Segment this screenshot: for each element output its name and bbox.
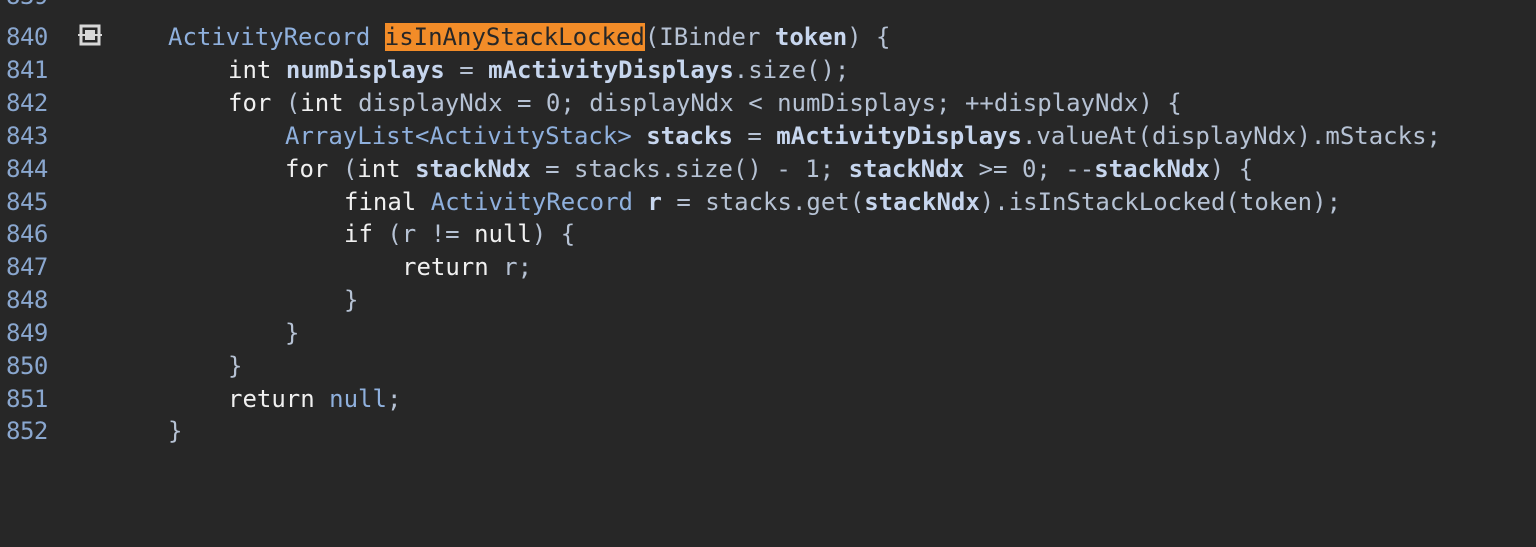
line-number: 846 <box>6 220 48 248</box>
search-highlight[interactable]: isInAnyStackLocked <box>384 23 645 51</box>
code-line-844: 844 for (int stackNdx = stacks.size() - … <box>0 153 1536 186</box>
code-line-847: 847 return r; <box>0 251 1536 284</box>
line-number: 849 <box>6 319 48 347</box>
code-text: } <box>344 286 359 314</box>
code-line-843: 843 ArrayList<ActivityStack> stacks = mA… <box>0 120 1536 153</box>
code-line-846: 846 if (r != null) { <box>0 218 1536 251</box>
line-number: 841 <box>6 56 48 84</box>
code-line-851: 851 return null; <box>0 383 1536 416</box>
line-number: 851 <box>6 385 48 413</box>
code-line-841: 841 int numDisplays = mActivityDisplays.… <box>0 54 1536 87</box>
code-line-845: 845 final ActivityRecord r = stacks.get(… <box>0 186 1536 219</box>
code-text: for (int stackNdx = stacks.size() - 1; s… <box>285 155 1254 183</box>
code-text: ArrayList<ActivityStack> stacks = mActiv… <box>285 122 1441 150</box>
code-text: } <box>285 319 300 347</box>
code-line-842: 842 for (int displayNdx = 0; displayNdx … <box>0 87 1536 120</box>
code-line-849: 849 } <box>0 317 1536 350</box>
line-number: 848 <box>6 286 48 314</box>
line-number: 850 <box>6 352 48 380</box>
code-text: int numDisplays = mActivityDisplays.size… <box>228 56 850 84</box>
line-number: 845 <box>6 188 48 216</box>
line-number: 844 <box>6 155 48 183</box>
code-line-850: 850 } <box>0 350 1536 383</box>
code-text: } <box>168 417 183 445</box>
line-number: 843 <box>6 122 48 150</box>
code-text: for (int displayNdx = 0; displayNdx < nu… <box>228 89 1182 117</box>
line-number: 847 <box>6 253 48 281</box>
code-text: if (r != null) { <box>344 220 576 248</box>
code-text: } <box>228 352 243 380</box>
line-number: 839 <box>6 0 48 13</box>
code-line-848: 848 } <box>0 284 1536 317</box>
line-number: 840 <box>6 23 48 51</box>
line-number: 842 <box>6 89 48 117</box>
code-text: return r; <box>402 253 533 281</box>
code-text: ActivityRecord isInAnyStackLocked(IBinde… <box>168 23 891 51</box>
code-text: return null; <box>228 385 402 413</box>
line-number: 852 <box>6 417 48 445</box>
code-line-852: 852 } <box>0 415 1536 448</box>
code-line-840: 840 ActivityRecord isInAnyStackLocked(IB… <box>0 21 1536 54</box>
code-text: final ActivityRecord r = stacks.get(stac… <box>344 188 1342 216</box>
code-editor[interactable]: 839 840 ActivityRecord isInAnyStackLocke… <box>0 0 1536 448</box>
code-line-839: 839 <box>0 0 1536 13</box>
